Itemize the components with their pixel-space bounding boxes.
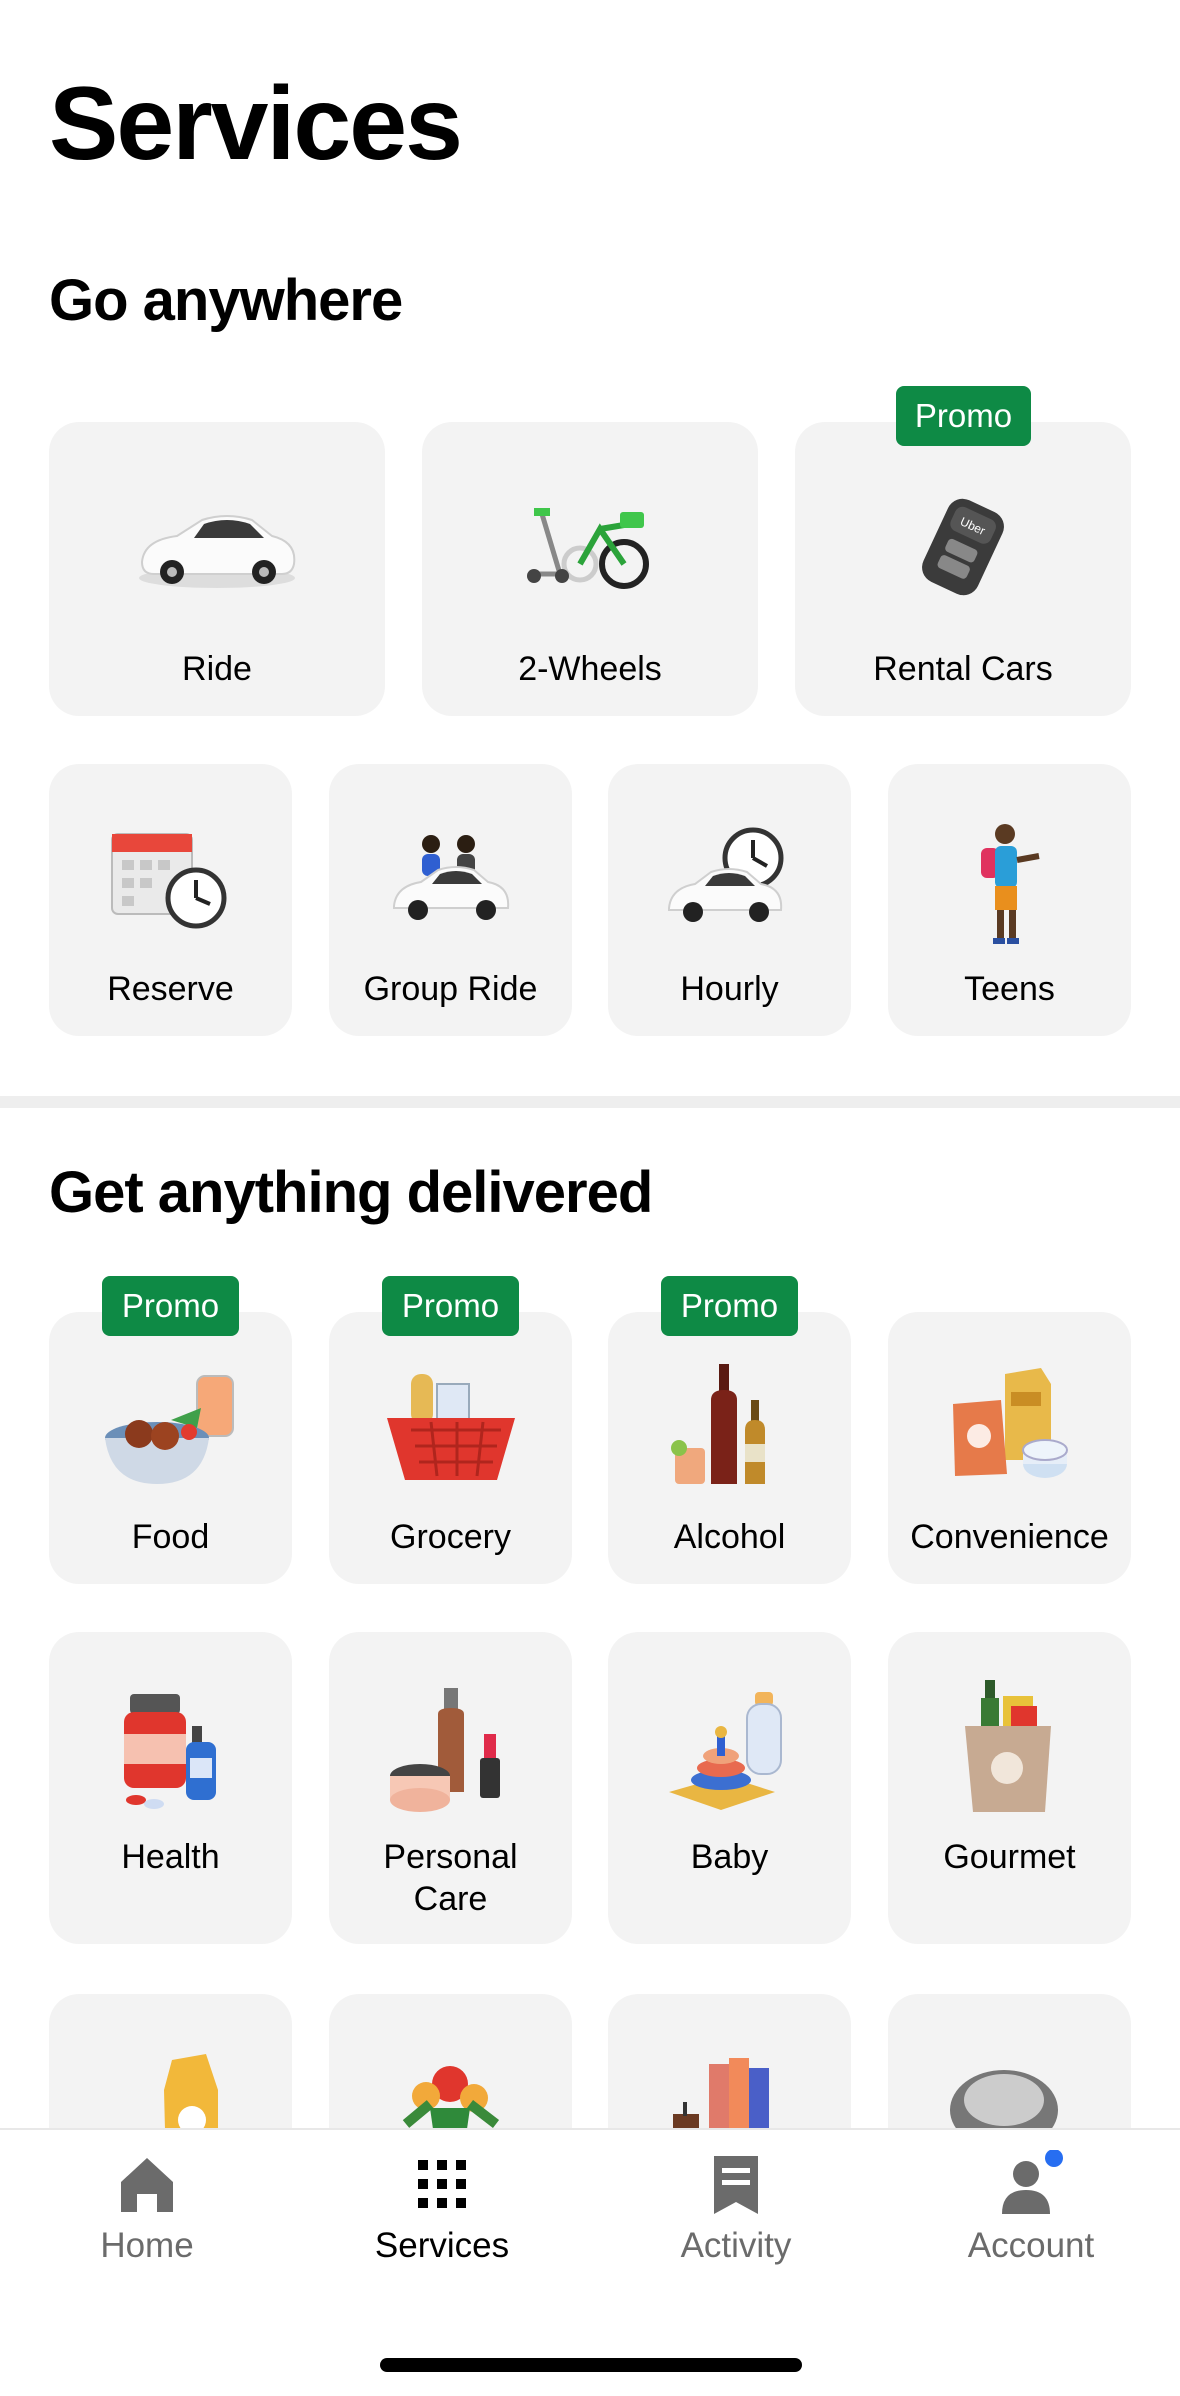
- tab-account[interactable]: Account: [921, 2150, 1141, 2280]
- notification-badge: [1045, 2150, 1063, 2167]
- calendar-clock-icon: [110, 833, 226, 929]
- page-title: Services: [49, 66, 463, 182]
- home-indicator: [380, 2358, 802, 2372]
- section-divider: [0, 1096, 1180, 1108]
- service-tile-gourmet[interactable]: Gourmet: [888, 1632, 1131, 1944]
- service-label: Rental Cars: [873, 650, 1053, 688]
- tab-label: Services: [374, 2226, 510, 2265]
- service-tile-rental-cars[interactable]: Uber Rental Cars: [795, 422, 1131, 716]
- section-title-go-anywhere: Go anywhere: [49, 268, 403, 333]
- service-tile-convenience[interactable]: Convenience: [888, 1312, 1131, 1584]
- receipt-icon: [714, 2156, 758, 2214]
- service-label: Gourmet: [943, 1838, 1076, 1876]
- service-tile-hourly[interactable]: Hourly: [608, 764, 851, 1036]
- service-tile-reserve[interactable]: Reserve: [49, 764, 292, 1036]
- bottom-tab-bar: Home Services Activity Account: [0, 2128, 1180, 2396]
- service-label: Alcohol: [673, 1518, 786, 1556]
- car-clock-icon: [667, 827, 783, 922]
- medicine-icon: [123, 1694, 216, 1809]
- promo-badge: Promo: [382, 1276, 519, 1336]
- service-label: Convenience: [910, 1518, 1109, 1556]
- cosmetics-icon: [389, 1688, 500, 1812]
- promo-badge: Promo: [102, 1276, 239, 1336]
- service-tile-2-wheels[interactable]: 2-Wheels: [422, 422, 758, 716]
- service-label: Teens: [964, 970, 1055, 1008]
- group-car-icon: [392, 835, 509, 920]
- section-title-delivered: Get anything delivered: [49, 1160, 653, 1225]
- service-label: Grocery: [390, 1518, 511, 1556]
- food-bowl-icon: [104, 1375, 234, 1484]
- grocery-basket-icon: [386, 1374, 515, 1480]
- service-tile-grocery[interactable]: Grocery: [329, 1312, 572, 1584]
- bottles-icon: [670, 1364, 765, 1484]
- car-key-icon: Uber: [922, 498, 1004, 596]
- service-label: Ride: [182, 650, 252, 688]
- promo-badge: Promo: [896, 386, 1031, 446]
- car-icon: [139, 515, 296, 588]
- service-tile-personal-care[interactable]: Personal Care: [329, 1632, 572, 1944]
- teen-icon: [980, 824, 1040, 944]
- service-label: 2-Wheels: [518, 650, 662, 688]
- person-icon: [1002, 2150, 1063, 2214]
- service-tile-baby[interactable]: Baby: [608, 1632, 851, 1944]
- service-tile-food[interactable]: Food: [49, 1312, 292, 1584]
- service-tile-ride[interactable]: Ride: [49, 422, 385, 716]
- home-icon: [121, 2158, 173, 2212]
- service-tile-health[interactable]: Health: [49, 1632, 292, 1944]
- tab-label: Home: [100, 2226, 194, 2265]
- bike-scooter-icon: [527, 508, 649, 589]
- service-label: Baby: [690, 1838, 769, 1876]
- service-tile-alcohol[interactable]: Alcohol: [608, 1312, 851, 1584]
- gourmet-bag-icon: [964, 1680, 1051, 1812]
- tab-services[interactable]: Services: [332, 2150, 552, 2280]
- baby-toys-icon: [668, 1692, 782, 1810]
- service-label-line2: Care: [413, 1880, 488, 1918]
- tab-activity[interactable]: Activity: [626, 2150, 846, 2280]
- tab-home[interactable]: Home: [37, 2150, 257, 2280]
- service-tile-group-ride[interactable]: Group Ride: [329, 764, 572, 1036]
- service-label: Group Ride: [363, 970, 538, 1008]
- service-label-line1: Personal: [383, 1838, 518, 1876]
- service-label: Reserve: [107, 970, 234, 1008]
- service-label: Hourly: [680, 970, 779, 1008]
- tab-label: Account: [967, 2226, 1095, 2265]
- grid-icon: [418, 2160, 466, 2208]
- tab-label: Activity: [680, 2226, 792, 2265]
- promo-badge: Promo: [661, 1276, 798, 1336]
- convenience-bags-icon: [952, 1368, 1068, 1478]
- service-label: Food: [131, 1518, 210, 1556]
- service-label: Health: [121, 1838, 220, 1876]
- service-tile-teens[interactable]: Teens: [888, 764, 1131, 1036]
